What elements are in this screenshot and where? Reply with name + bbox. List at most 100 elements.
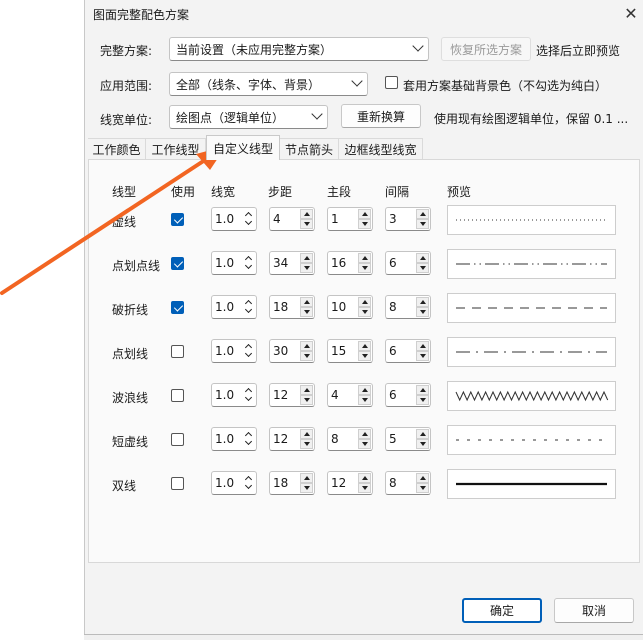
gap-spinner[interactable]: 3	[385, 207, 431, 231]
spin-up-icon[interactable]	[416, 253, 429, 263]
gap-spinner[interactable]: 6	[385, 383, 431, 407]
spin-down-icon[interactable]	[242, 351, 255, 361]
spin-down-icon[interactable]	[242, 483, 255, 493]
spin-down-icon[interactable]	[358, 439, 371, 449]
spin-up-icon[interactable]	[358, 341, 371, 351]
main-spinner[interactable]: 4	[327, 383, 373, 407]
spin-down-icon[interactable]	[242, 439, 255, 449]
spin-down-icon[interactable]	[242, 219, 255, 229]
width-spinner[interactable]: 1.0	[211, 427, 257, 451]
step-spinner[interactable]: 12	[269, 383, 315, 407]
spin-down-icon[interactable]	[416, 219, 429, 229]
spin-down-icon[interactable]	[358, 263, 371, 273]
gap-spinner[interactable]: 6	[385, 339, 431, 363]
unit-select[interactable]: 绘图点（逻辑单位）	[169, 105, 328, 129]
step-spinner[interactable]: 4	[269, 207, 315, 231]
step-spinner[interactable]: 18	[269, 295, 315, 319]
spin-down-icon[interactable]	[300, 307, 313, 317]
width-spinner[interactable]: 1.0	[211, 383, 257, 407]
tab-custom-linetype[interactable]: 自定义线型	[206, 135, 280, 160]
spin-down-icon[interactable]	[416, 351, 429, 361]
gap-spinner[interactable]: 5	[385, 427, 431, 451]
preview-hint: 选择后立即预览	[536, 44, 621, 58]
spin-up-icon[interactable]	[416, 209, 429, 219]
spin-up-icon[interactable]	[358, 473, 371, 483]
bg-checkbox[interactable]	[385, 76, 398, 89]
use-checkbox[interactable]	[171, 301, 184, 314]
use-checkbox[interactable]	[171, 345, 184, 358]
spin-up-icon[interactable]	[416, 429, 429, 439]
spin-up-icon[interactable]	[358, 297, 371, 307]
spin-down-icon[interactable]	[242, 263, 255, 273]
use-checkbox[interactable]	[171, 389, 184, 402]
step-spinner[interactable]: 18	[269, 471, 315, 495]
step-spinner[interactable]: 30	[269, 339, 315, 363]
spin-up-icon[interactable]	[300, 209, 313, 219]
main-spinner[interactable]: 15	[327, 339, 373, 363]
spin-up-icon[interactable]	[300, 297, 313, 307]
spin-down-icon[interactable]	[242, 307, 255, 317]
tab-work-linetype[interactable]: 工作线型	[146, 138, 206, 160]
spin-down-icon[interactable]	[300, 351, 313, 361]
spin-down-icon[interactable]	[358, 483, 371, 493]
spin-down-icon[interactable]	[416, 439, 429, 449]
spin-down-icon[interactable]	[300, 395, 313, 405]
spin-down-icon[interactable]	[300, 483, 313, 493]
gap-spinner[interactable]: 8	[385, 471, 431, 495]
spin-down-icon[interactable]	[358, 351, 371, 361]
scope-select[interactable]: 全部（线条、字体、背景）	[169, 72, 368, 96]
use-checkbox[interactable]	[171, 213, 184, 226]
tab-work-color[interactable]: 工作颜色	[88, 138, 146, 160]
width-spinner[interactable]: 1.0	[211, 471, 257, 495]
spin-down-icon[interactable]	[300, 219, 313, 229]
spin-down-icon[interactable]	[416, 307, 429, 317]
gap-spinner[interactable]: 8	[385, 295, 431, 319]
spin-up-icon[interactable]	[358, 209, 371, 219]
use-checkbox[interactable]	[171, 433, 184, 446]
spin-down-icon[interactable]	[242, 395, 255, 405]
spin-down-icon[interactable]	[358, 307, 371, 317]
spin-up-icon[interactable]	[416, 385, 429, 395]
step-spinner[interactable]: 12	[269, 427, 315, 451]
spin-up-icon[interactable]	[300, 341, 313, 351]
width-spinner[interactable]: 1.0	[211, 339, 257, 363]
spin-down-icon[interactable]	[300, 263, 313, 273]
gap-spinner-value: 8	[389, 476, 397, 490]
width-spinner[interactable]: 1.0	[211, 251, 257, 275]
use-checkbox[interactable]	[171, 477, 184, 490]
spin-up-icon[interactable]	[358, 253, 371, 263]
cancel-button[interactable]: 取消	[554, 598, 634, 623]
use-checkbox[interactable]	[171, 257, 184, 270]
spin-down-icon[interactable]	[416, 483, 429, 493]
spin-up-icon[interactable]	[300, 253, 313, 263]
main-spinner[interactable]: 1	[327, 207, 373, 231]
tab-node-arrow[interactable]: 节点箭头	[280, 138, 339, 160]
spin-down-icon[interactable]	[416, 263, 429, 273]
spin-down-icon[interactable]	[416, 395, 429, 405]
width-spinner[interactable]: 1.0	[211, 295, 257, 319]
recalc-button[interactable]: 重新换算	[341, 104, 421, 128]
spin-down-icon[interactable]	[300, 439, 313, 449]
tab-border-linetype[interactable]: 边框线型线宽	[339, 138, 423, 160]
spin-up-icon[interactable]	[358, 385, 371, 395]
main-spinner[interactable]: 16	[327, 251, 373, 275]
spin-up-icon[interactable]	[358, 429, 371, 439]
close-icon[interactable]: ✕	[620, 2, 642, 24]
spin-up-icon[interactable]	[300, 473, 313, 483]
spin-down-icon[interactable]	[358, 219, 371, 229]
spin-up-icon[interactable]	[416, 297, 429, 307]
gap-spinner[interactable]: 6	[385, 251, 431, 275]
spin-up-icon[interactable]	[416, 341, 429, 351]
main-spinner[interactable]: 12	[327, 471, 373, 495]
spin-down-icon[interactable]	[358, 395, 371, 405]
width-spinner[interactable]: 1.0	[211, 207, 257, 231]
scheme-select[interactable]: 当前设置（未应用完整方案）	[169, 37, 429, 61]
spin-up-icon[interactable]	[416, 473, 429, 483]
step-spinner[interactable]: 34	[269, 251, 315, 275]
spin-up-icon[interactable]	[300, 385, 313, 395]
main-spinner[interactable]: 8	[327, 427, 373, 451]
main-spinner[interactable]: 10	[327, 295, 373, 319]
ok-button[interactable]: 确定	[462, 598, 542, 623]
restore-scheme-button[interactable]: 恢复所选方案	[441, 37, 531, 61]
spin-up-icon[interactable]	[300, 429, 313, 439]
